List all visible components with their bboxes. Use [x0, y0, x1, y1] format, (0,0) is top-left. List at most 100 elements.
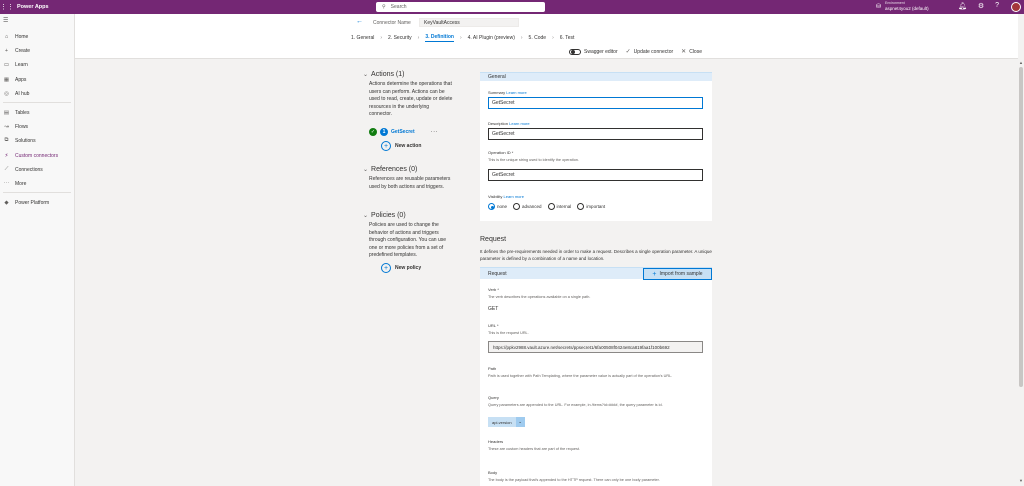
description-label: Description Learn more	[488, 121, 530, 126]
request-panel: Request + Import from sample Verb * The …	[480, 267, 712, 486]
back-arrow-icon[interactable]: ←	[356, 18, 363, 25]
scrollbar-thumb[interactable]	[1019, 67, 1023, 387]
visibility-important-radio[interactable]: important	[577, 203, 605, 210]
nav-item-power-platform[interactable]: ◆ Power Platform	[0, 197, 75, 208]
query-param-name[interactable]: api-version	[488, 417, 516, 427]
query-param-chip[interactable]: api-version ⌄	[488, 417, 525, 427]
nav-item-label: Learn	[15, 61, 28, 68]
nav-item-custom-connectors[interactable]: ⚡︎ Custom connectors	[0, 150, 75, 161]
step-general[interactable]: 1. General	[351, 35, 374, 41]
nav-item-label: Custom connectors	[15, 152, 59, 159]
step-test[interactable]: 6. Test	[560, 35, 575, 41]
verb-value[interactable]: GET	[488, 306, 498, 312]
new-action-button[interactable]: + New action	[381, 141, 421, 151]
references-header[interactable]: ⌄ References (0)	[363, 166, 453, 173]
body-help: The body is the payload that's appended …	[488, 478, 660, 482]
policies-header[interactable]: ⌄ Policies (0)	[363, 212, 453, 219]
request-header: Request + Import from sample	[480, 267, 712, 280]
url-help: This is the request URL.	[488, 331, 529, 335]
url-value: https://ppkv2988.vault.azure.net/secrets…	[493, 344, 670, 350]
action-name: GetSecret	[391, 129, 415, 135]
description-input[interactable]: GetSecret	[488, 128, 703, 140]
scroll-up-icon[interactable]: ▲	[1018, 60, 1024, 65]
body-label: Body	[488, 470, 498, 475]
learn-more-link[interactable]: Learn more	[509, 121, 529, 126]
import-from-sample-button[interactable]: + Import from sample	[643, 268, 712, 280]
close-label: Close	[689, 48, 702, 55]
gear-icon[interactable]: ⚙	[978, 2, 984, 10]
nav-item-label: Tables	[15, 109, 30, 116]
general-panel: General Summary Learn more GetSecret Des…	[480, 72, 712, 221]
step-definition[interactable]: 3. Definition	[425, 34, 454, 42]
operation-id-input[interactable]: GetSecret	[488, 169, 703, 181]
step-ai-plugin[interactable]: 4. AI Plugin (preview)	[468, 35, 515, 41]
visibility-advanced-radio[interactable]: advanced	[513, 203, 542, 210]
connector-name-input[interactable]: KeyVaultAccess	[419, 18, 519, 27]
toggle-switch[interactable]	[569, 48, 581, 55]
references-section: ⌄ References (0) References are reusable…	[363, 166, 453, 191]
nav-item-more[interactable]: ⋯ More	[0, 178, 75, 189]
nav-item-create[interactable]: + Create	[0, 45, 75, 56]
operation-id-help: This is the unique string used to identi…	[488, 158, 579, 162]
environment-name: aspnet4you2 (default)	[885, 6, 929, 11]
book-icon: ▭	[3, 61, 10, 68]
nav-item-apps[interactable]: ▦ Apps	[0, 74, 75, 85]
radio-label: internal	[556, 204, 572, 209]
nav-item-ai-hub[interactable]: ◎ AI hub	[0, 88, 75, 99]
plus-circle-icon: +	[381, 263, 391, 273]
new-policy-button[interactable]: + New policy	[381, 263, 421, 273]
nav-item-learn[interactable]: ▭ Learn	[0, 59, 75, 70]
avatar[interactable]	[1011, 2, 1021, 12]
chevron-down-icon[interactable]: ⌄	[515, 417, 525, 427]
nav-item-label: Connections	[15, 166, 43, 173]
operation-id-label: Operation ID *	[488, 150, 514, 155]
radio-button[interactable]	[547, 203, 555, 210]
vertical-scrollbar[interactable]: ▲ ▼	[1018, 14, 1024, 486]
nav-item-tables[interactable]: ▤ Tables	[0, 107, 75, 118]
learn-more-link[interactable]: Learn more	[506, 90, 526, 95]
references-description: References are reusable parameters used …	[369, 176, 451, 190]
bell-icon[interactable]: 🔔︎	[958, 2, 967, 10]
flow-icon: ↝	[4, 123, 9, 130]
actions-header[interactable]: ⌄ Actions (1)	[363, 71, 453, 78]
environment-label: Environment	[885, 1, 905, 5]
radio-button[interactable]	[577, 203, 585, 210]
connector-icon: ⚡︎	[4, 152, 9, 159]
nav-item-flows[interactable]: ↝ Flows	[0, 121, 75, 132]
nav-item-solutions[interactable]: ⧉ Solutions	[0, 135, 75, 146]
action-item-getsecret[interactable]: ✓ 1 GetSecret ···	[369, 128, 438, 136]
learn-more-link[interactable]: Learn more	[504, 194, 524, 199]
scroll-down-icon[interactable]: ▼	[1018, 478, 1024, 483]
policies-section: ⌄ Policies (0) Policies are used to chan…	[363, 212, 453, 260]
nav-item-label: Power Platform	[15, 199, 50, 206]
step-security[interactable]: 2. Security	[388, 35, 412, 41]
help-icon[interactable]: ?	[995, 2, 999, 10]
close-icon: ✕	[681, 49, 687, 55]
command-bar: Swagger editor ✓ Update connector ✕ Clos…	[569, 48, 702, 55]
radio-button[interactable]	[488, 203, 495, 210]
waffle-icon[interactable]: ⋮⋮	[0, 0, 14, 14]
radio-button[interactable]	[513, 203, 521, 210]
step-code[interactable]: 5. Code	[529, 35, 547, 41]
app-header: ⋮⋮ Power Apps ⚲ Search ⛁ Environment asp…	[0, 0, 1024, 14]
nav-item-label: More	[15, 180, 27, 187]
search-box[interactable]: ⚲ Search	[376, 2, 545, 12]
close-button[interactable]: ✕ Close	[681, 48, 702, 56]
hamburger-icon[interactable]: ☰	[3, 17, 8, 24]
environment-picker[interactable]: ⛁ Environment aspnet4you2 (default)	[876, 1, 929, 11]
url-input[interactable]: https://ppkv2988.vault.azure.net/secrets…	[488, 341, 703, 353]
checkmark-icon: ✓	[625, 49, 631, 55]
update-connector-button[interactable]: ✓ Update connector	[625, 48, 674, 56]
chevron-right-icon: ›	[459, 35, 462, 41]
nav-item-connections[interactable]: ⟋ Connections	[0, 164, 75, 175]
visibility-internal-radio[interactable]: internal	[547, 203, 572, 210]
summary-label-text: Summary	[488, 90, 506, 95]
summary-input[interactable]: GetSecret	[488, 97, 703, 109]
visibility-none-radio[interactable]: none	[488, 203, 507, 210]
swagger-editor-toggle[interactable]: Swagger editor	[569, 48, 618, 55]
chevron-down-icon: ⌄	[363, 213, 369, 219]
app-title[interactable]: Power Apps	[17, 4, 49, 10]
more-options-icon[interactable]: ···	[431, 129, 439, 135]
nav-item-home[interactable]: ⌂ Home	[0, 31, 75, 42]
chevron-down-icon: ⌄	[363, 72, 369, 78]
